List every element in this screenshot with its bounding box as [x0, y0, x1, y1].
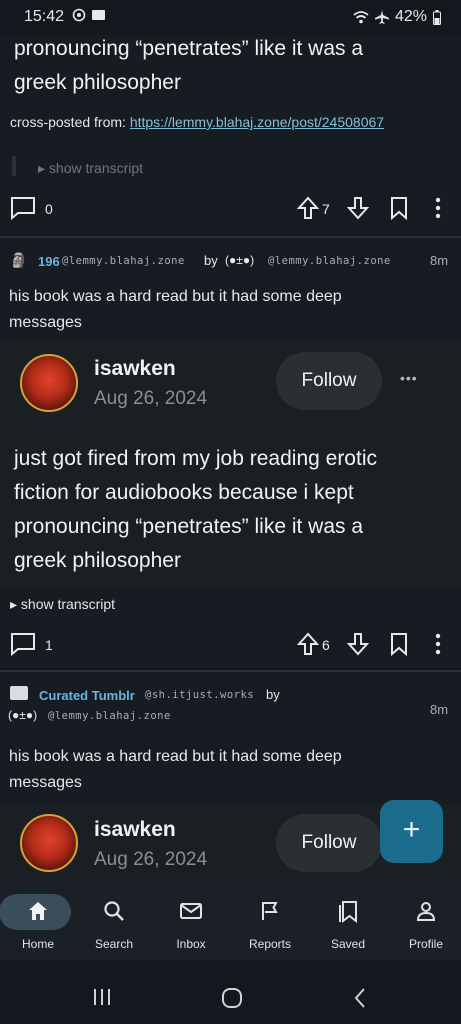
flag-icon — [262, 902, 278, 920]
nav-reports[interactable]: Reports — [232, 880, 308, 960]
tumblr-body-line: fiction for audiobooks because i kept — [14, 481, 354, 504]
community-icon — [10, 686, 28, 700]
home-icon — [29, 902, 47, 920]
bottom-nav: Home Search Inbox Reports Saved Profile — [0, 880, 461, 960]
upvote-icon[interactable] — [297, 196, 319, 220]
comment-count: 1 — [45, 637, 53, 653]
follow-button[interactable]: Follow — [276, 352, 382, 410]
tumblr-embed[interactable]: isawken Aug 26, 2024 Follow ••• just got… — [0, 342, 461, 586]
profile-icon — [416, 902, 436, 921]
community-instance: @sh.itjust.works — [145, 689, 255, 701]
create-post-button[interactable]: + — [380, 800, 443, 863]
bookmark-icon[interactable] — [390, 196, 408, 220]
downvote-icon[interactable] — [347, 196, 369, 220]
post-body-line: greek philosopher — [14, 71, 181, 94]
tumblr-date: Aug 26, 2024 — [94, 388, 208, 409]
mail-icon — [180, 903, 202, 919]
wifi-icon — [353, 11, 369, 24]
post-card[interactable]: pronouncing “penetrates” like it was a g… — [0, 34, 461, 236]
nav-home-label: Home — [21, 937, 54, 951]
score: 6 — [322, 637, 330, 653]
post-card[interactable]: 🗿 196 @lemmy.blahaj.zone by (●±●) @lemmy… — [0, 238, 461, 668]
bookmark-icon[interactable] — [390, 632, 408, 656]
author-name[interactable]: (●±●) — [225, 253, 254, 267]
more-vertical-icon[interactable] — [433, 197, 443, 219]
post-title-line: messages — [9, 314, 82, 331]
more-vertical-icon[interactable] — [433, 633, 443, 655]
plus-icon: + — [402, 813, 421, 846]
crosspost-label: cross-posted from: — [10, 114, 130, 130]
community-icon: 🗿 — [10, 252, 28, 268]
follow-button[interactable]: Follow — [276, 814, 382, 872]
author-name[interactable]: (●±●) — [8, 708, 37, 722]
triangle-right-icon: ▸ — [10, 596, 18, 612]
nav-search-label: Search — [94, 937, 134, 951]
show-transcript-label: show transcript — [20, 596, 116, 612]
score: 7 — [322, 201, 330, 217]
by-label: by — [266, 687, 280, 702]
comment-count: 0 — [45, 201, 53, 217]
recents-icon[interactable] — [92, 988, 112, 1006]
nav-saved-label: Saved — [330, 937, 366, 951]
more-horizontal-icon[interactable]: ••• — [400, 370, 418, 386]
gallery-icon — [92, 10, 105, 20]
nav-home[interactable]: Home — [0, 880, 76, 960]
nav-profile-label: Profile — [408, 937, 443, 951]
triangle-right-icon: ▸ — [38, 160, 46, 176]
post-title-line: his book was a hard read but it had some… — [9, 288, 342, 305]
saved-bookmarks-icon — [339, 901, 357, 924]
show-transcript-label: show transcript — [48, 160, 144, 176]
status-bar: 15:42 42% — [0, 0, 461, 34]
show-transcript-toggle[interactable]: ▸ show transcript — [38, 160, 143, 177]
nav-search[interactable]: Search — [76, 880, 152, 960]
status-time: 15:42 — [24, 8, 65, 25]
post-body-line: pronouncing “penetrates” like it was a — [14, 37, 364, 60]
author-instance: @lemmy.blahaj.zone — [48, 710, 171, 722]
battery-icon — [433, 9, 441, 25]
community-instance: @lemmy.blahaj.zone — [62, 255, 185, 267]
nav-saved[interactable]: Saved — [310, 880, 386, 960]
tumblr-body-line: greek philosopher — [14, 549, 181, 572]
show-transcript-toggle[interactable]: ▸ show transcript — [10, 596, 115, 613]
back-icon[interactable] — [353, 987, 367, 1009]
home-circle-icon[interactable] — [221, 987, 243, 1009]
nav-reports-label: Reports — [248, 937, 292, 951]
tumblr-username[interactable]: isawken — [94, 818, 176, 842]
tumblr-date: Aug 26, 2024 — [94, 849, 208, 870]
search-icon — [104, 901, 124, 921]
system-nav-bar — [0, 960, 461, 1024]
post-title-line: his book was a hard read but it had some… — [9, 748, 342, 765]
comment-icon[interactable] — [10, 632, 36, 656]
by-label: by — [204, 253, 218, 268]
nav-inbox[interactable]: Inbox — [153, 880, 229, 960]
post-age: 8m — [430, 702, 449, 717]
post-title-line: messages — [9, 774, 82, 791]
tumblr-body-line: pronouncing “penetrates” like it was a — [14, 515, 364, 538]
author-instance: @lemmy.blahaj.zone — [268, 255, 391, 267]
tumblr-body-line: just got fired from my job reading eroti… — [14, 447, 377, 470]
post-age: 8m — [430, 253, 449, 268]
upvote-icon[interactable] — [297, 632, 319, 656]
at-icon — [72, 8, 86, 22]
tumblr-username[interactable]: isawken — [94, 357, 176, 381]
avatar[interactable] — [20, 354, 78, 412]
battery-percent: 42% — [394, 8, 427, 25]
downvote-icon[interactable] — [347, 632, 369, 656]
community-name[interactable]: 196 — [38, 254, 60, 269]
nav-inbox-label: Inbox — [176, 937, 206, 951]
airplane-icon — [374, 10, 389, 24]
nav-profile[interactable]: Profile — [388, 880, 461, 960]
crosspost-link[interactable]: https://lemmy.blahaj.zone/post/24508067 — [130, 114, 384, 130]
community-name[interactable]: Curated Tumblr — [39, 688, 135, 703]
transcript-bar — [12, 156, 16, 176]
comment-icon[interactable] — [10, 196, 36, 220]
avatar[interactable] — [20, 814, 78, 872]
